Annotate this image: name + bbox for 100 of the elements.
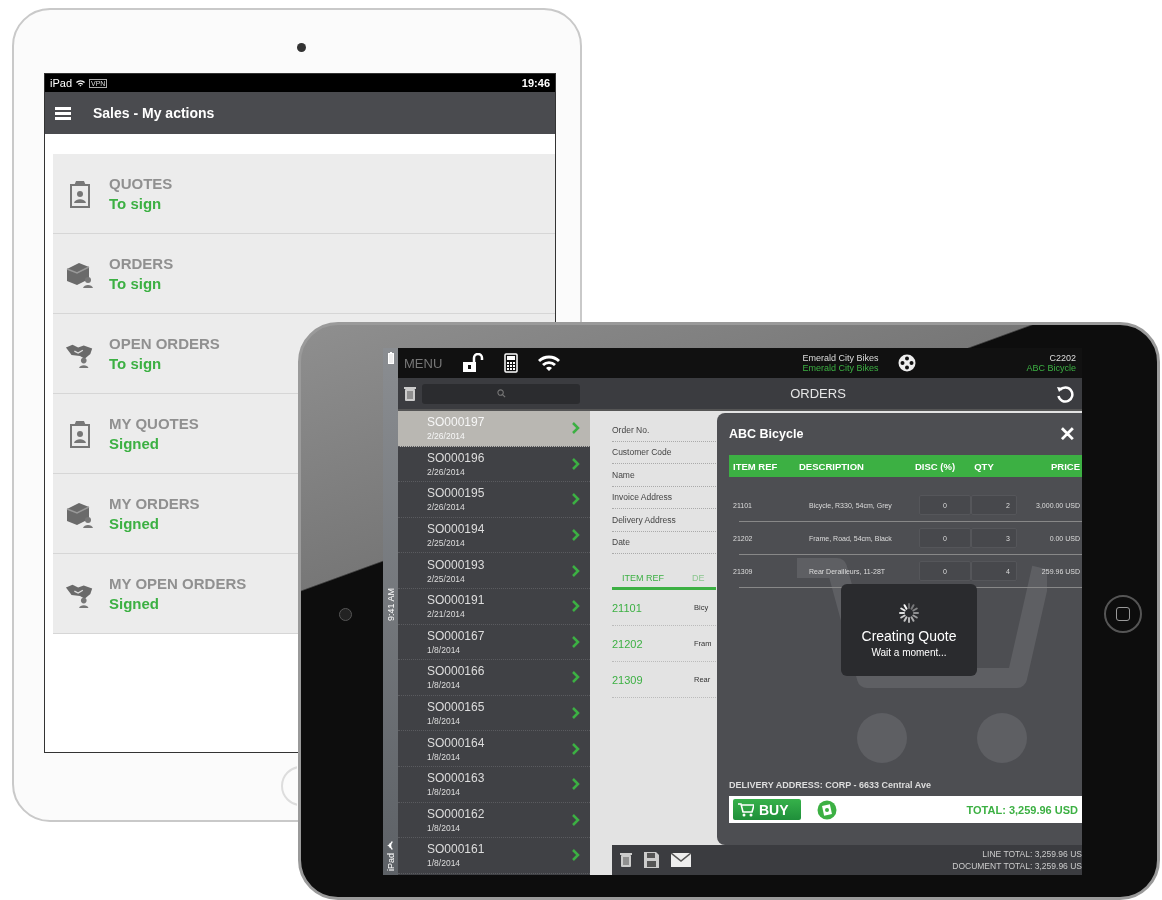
action-status: To sign xyxy=(109,195,163,212)
column-header: ITEM REF xyxy=(732,460,779,472)
orders-title: ORDERS xyxy=(789,386,847,401)
chevron-icon xyxy=(572,849,580,862)
field-label: Date xyxy=(612,531,716,554)
delivery-address: DELIVERY ADDRESS: CORP - 6633 Central Ave xyxy=(729,780,932,790)
chevron-icon xyxy=(572,564,580,577)
cart-icon xyxy=(738,802,754,817)
action-title: ORDERS xyxy=(109,255,174,272)
order-date: 2/21/2014 xyxy=(427,609,466,620)
order-date: 2/26/2014 xyxy=(427,431,466,442)
order-date: 1/8/2014 xyxy=(427,751,462,762)
order-date: 1/8/2014 xyxy=(427,680,462,691)
action-status: Signed xyxy=(109,435,160,452)
order-number: SO000162 xyxy=(427,806,485,821)
device-label: iPad xyxy=(50,77,73,89)
home-button[interactable] xyxy=(1104,595,1142,633)
customer-code: C2202 xyxy=(1048,353,1076,363)
order-date: 1/8/2014 xyxy=(427,858,462,869)
chevron-icon xyxy=(572,778,580,791)
field-label: Customer Code xyxy=(612,441,716,464)
field-label: Order No. xyxy=(612,419,716,442)
battery-icon xyxy=(387,352,394,364)
device-label: iPad xyxy=(385,853,396,871)
trash-icon[interactable] xyxy=(404,385,416,402)
field-label: Delivery Address xyxy=(612,509,716,532)
mail-icon[interactable] xyxy=(671,853,691,867)
status-time: 9:41 AM xyxy=(385,587,396,621)
column-header: PRICE xyxy=(1049,460,1081,472)
order-number: SO000196 xyxy=(427,450,485,465)
chevron-icon xyxy=(572,529,580,542)
order-number: SO000163 xyxy=(427,771,485,786)
chevron-icon xyxy=(572,671,580,684)
chevron-icon xyxy=(572,457,580,470)
calculator-icon[interactable] xyxy=(504,353,519,373)
action-title: QUOTES xyxy=(109,175,173,192)
order-date: 2/25/2014 xyxy=(427,538,466,549)
order-date: 1/8/2014 xyxy=(427,822,462,833)
action-status: To sign xyxy=(109,275,163,292)
order-total: TOTAL: 3,259.96 USD xyxy=(966,803,1078,816)
status-time: 19:46 xyxy=(521,77,550,89)
company-subtitle: Emerald City Bikes xyxy=(802,363,879,373)
item-ref: 21101 xyxy=(612,601,643,614)
order-date: 1/8/2014 xyxy=(427,787,462,798)
chevron-icon xyxy=(572,707,580,720)
chevron-icon xyxy=(572,635,580,648)
chevron-icon xyxy=(572,600,580,613)
order-number: SO000165 xyxy=(427,700,485,715)
camera-dot xyxy=(297,43,306,52)
camera-dot xyxy=(339,608,352,621)
column-header: DESCRIPTION xyxy=(799,460,865,472)
order-date: 2/26/2014 xyxy=(427,466,466,477)
film-reel-icon[interactable] xyxy=(898,354,917,372)
action-title: MY ORDERS xyxy=(109,495,200,512)
save-icon[interactable] xyxy=(644,852,659,868)
column-header: DISC (%) xyxy=(913,460,957,472)
document-badge-icon[interactable] xyxy=(817,799,837,820)
screen-title: Sales - My actions xyxy=(93,105,215,121)
action-status: Signed xyxy=(109,595,160,612)
column-header: QTY xyxy=(973,460,995,472)
chevron-icon xyxy=(572,422,580,435)
action-title: MY QUOTES xyxy=(109,415,199,432)
spinner-icon xyxy=(898,602,920,624)
order-number: SO000166 xyxy=(427,664,485,679)
action-status: Signed xyxy=(109,515,160,532)
customer-name: ABC Bicycle xyxy=(1026,363,1076,373)
order-number: SO000194 xyxy=(427,522,485,537)
action-status: To sign xyxy=(109,355,163,372)
order-number: SO000161 xyxy=(427,842,485,857)
unlocked-padlock-icon[interactable] xyxy=(462,353,485,373)
field-label: Name xyxy=(612,464,716,487)
action-title: MY OPEN ORDERS xyxy=(109,575,247,592)
chevron-icon xyxy=(572,813,580,826)
dialog-title: ABC Bicycle xyxy=(729,427,804,441)
item-ref: 21309 xyxy=(612,673,644,686)
order-date: 2/26/2014 xyxy=(427,502,466,513)
order-number: SO000164 xyxy=(427,735,485,750)
close-button[interactable]: ✕ xyxy=(1059,422,1076,446)
refresh-icon[interactable] xyxy=(1056,384,1074,403)
menu-link[interactable]: MENU xyxy=(404,355,443,371)
order-date: 1/8/2014 xyxy=(427,716,462,727)
field-label: Invoice Address xyxy=(612,486,716,509)
order-number: SO000167 xyxy=(427,628,485,643)
search-icon xyxy=(496,389,506,398)
search-field[interactable] xyxy=(422,383,580,404)
chevron-icon xyxy=(572,493,580,506)
order-date: 1/8/2014 xyxy=(427,644,462,655)
menu-icon[interactable] xyxy=(55,106,71,120)
chevron-icon xyxy=(572,742,580,755)
order-number: SO000197 xyxy=(427,415,485,430)
loading-title: Creating Quote xyxy=(861,628,957,644)
order-date: 2/25/2014 xyxy=(427,573,466,584)
trash-icon[interactable] xyxy=(620,852,632,868)
company-name: Emerald City Bikes xyxy=(802,353,879,363)
order-number: SO000191 xyxy=(427,593,485,608)
item-ref: 21202 xyxy=(612,637,644,650)
action-title: OPEN ORDERS xyxy=(109,335,220,352)
order-number: SO000193 xyxy=(427,557,485,572)
loading-message: Wait a moment... xyxy=(871,647,947,658)
document-total: DOCUMENT TOTAL: 3,259.96 US xyxy=(952,860,1082,872)
